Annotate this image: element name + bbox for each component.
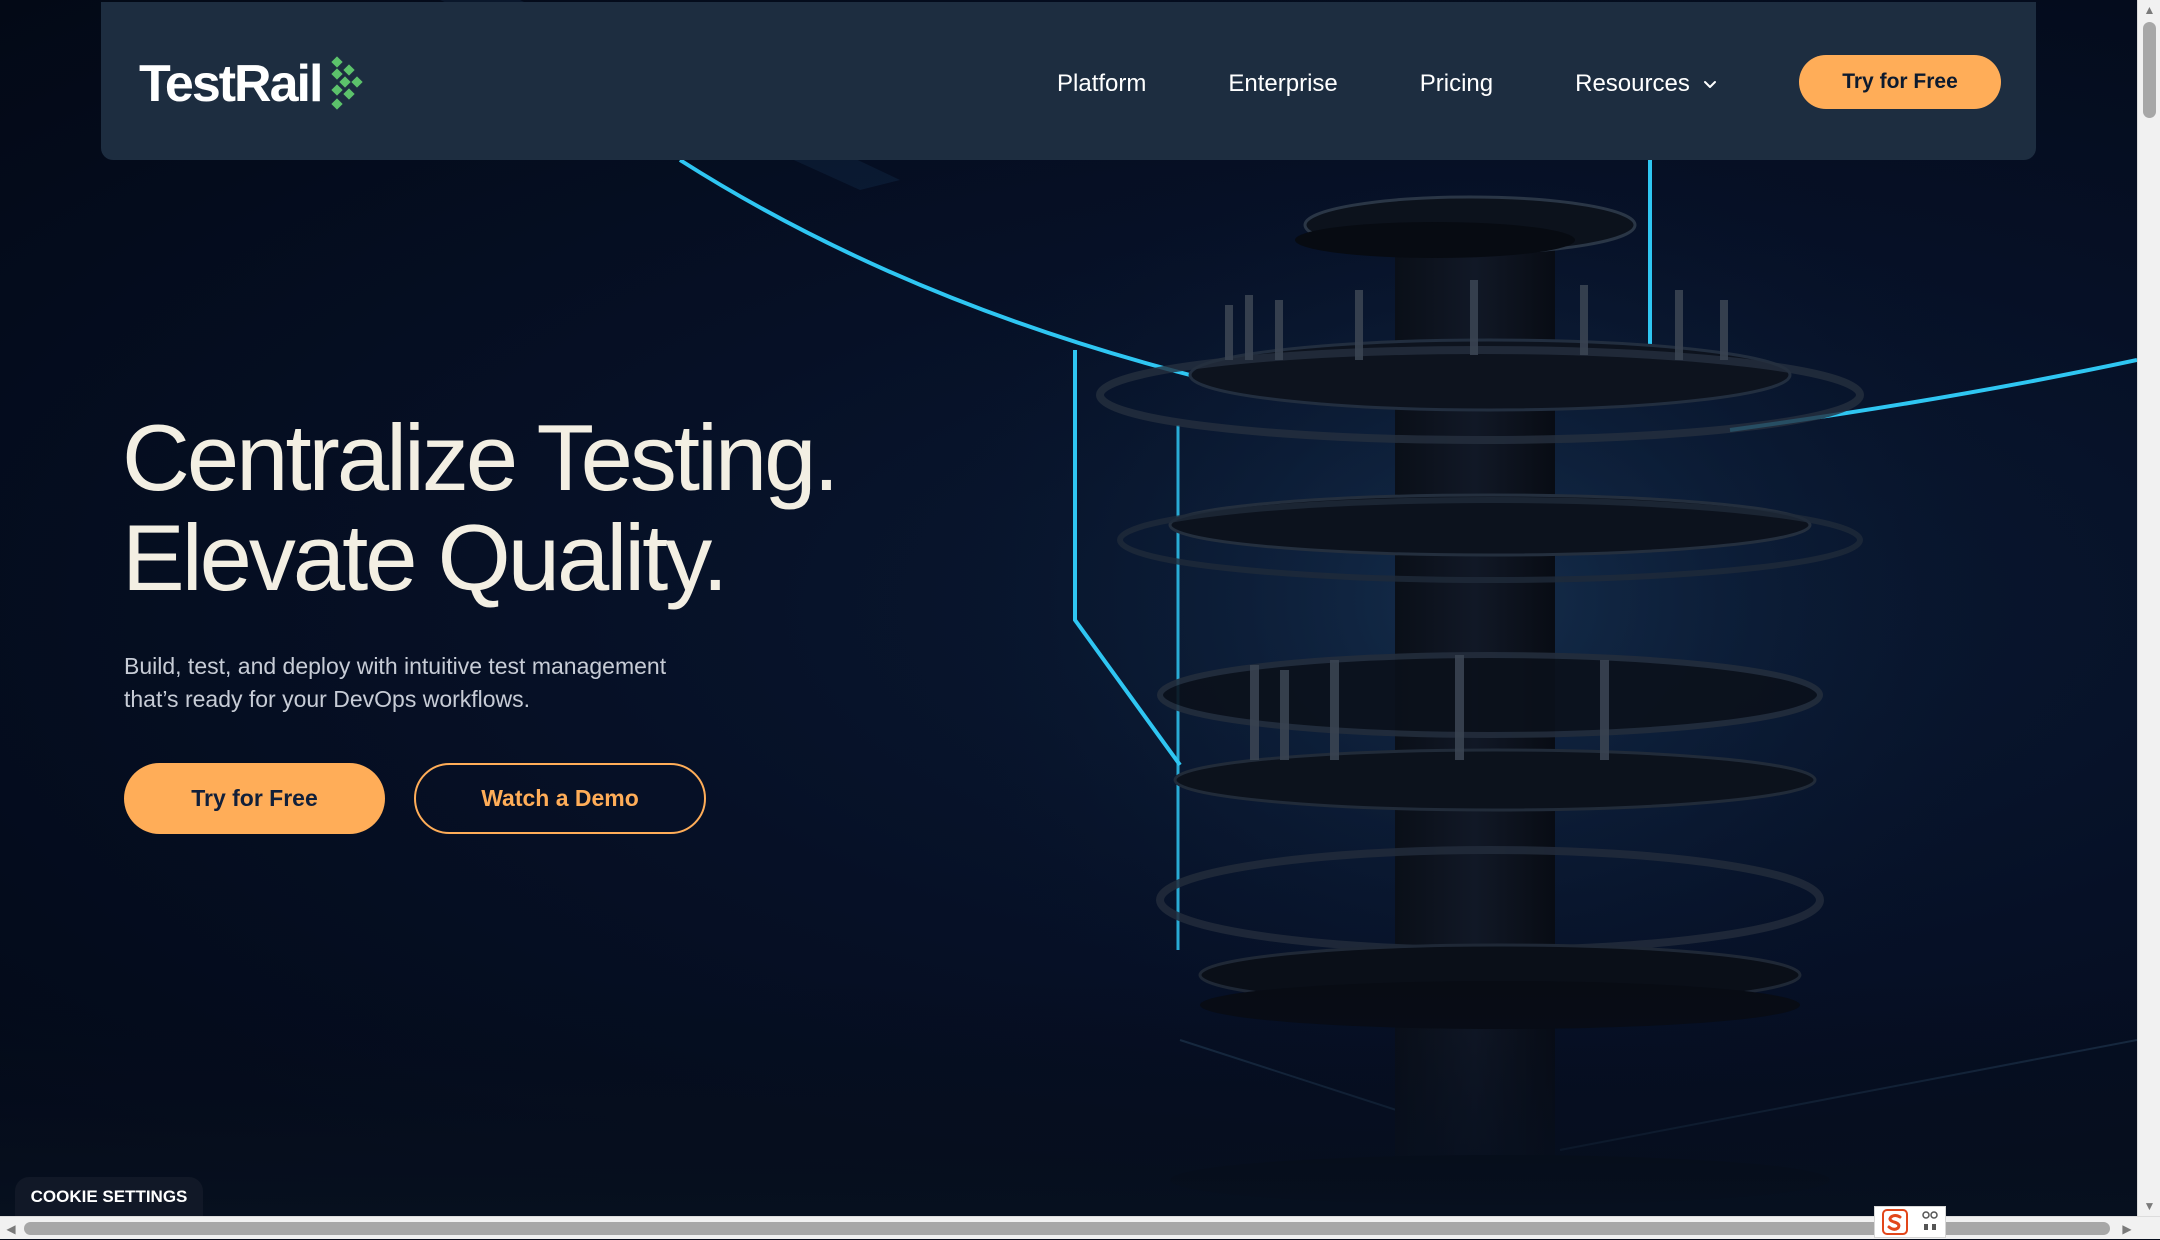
horizontal-scrollbar[interactable]: ◀ ▶ bbox=[0, 1216, 2160, 1239]
horizontal-scroll-thumb[interactable] bbox=[24, 1222, 2110, 1235]
nav-try-for-free-button[interactable]: Try for Free bbox=[1799, 55, 2001, 109]
primary-nav: Platform Enterprise Pricing Resources bbox=[1057, 64, 1718, 104]
nav-resources-label: Resources bbox=[1575, 70, 1690, 97]
scroll-right-arrow-icon[interactable]: ▶ bbox=[2116, 1217, 2138, 1240]
testrail-logo-icon bbox=[331, 56, 364, 110]
testrail-logo[interactable]: TestRail bbox=[139, 54, 364, 114]
hero-watch-demo-button[interactable]: Watch a Demo bbox=[414, 763, 706, 834]
s-logo-icon bbox=[1881, 1209, 1908, 1235]
hero-title-line-2: Elevate Quality. bbox=[122, 505, 728, 610]
logo-wordmark: TestRail bbox=[139, 55, 323, 113]
grid-dots-icon bbox=[1921, 1211, 1938, 1230]
hero-try-for-free-button[interactable]: Try for Free bbox=[124, 763, 385, 834]
scroll-down-arrow-icon[interactable]: ▼ bbox=[2138, 1196, 2160, 1216]
nav-pricing-label: Pricing bbox=[1419, 70, 1494, 97]
floating-extension-widget[interactable] bbox=[1874, 1206, 1946, 1238]
nav-enterprise-label: Enterprise bbox=[1228, 70, 1338, 97]
nav-platform[interactable]: Platform bbox=[1057, 64, 1146, 104]
hero-subtitle-line-2: that’s ready for your DevOps workflows. bbox=[124, 686, 531, 712]
hero-subtitle: Build, test, and deploy with intuitive t… bbox=[124, 650, 764, 716]
browser-viewport: TestRail Platform Enterprise Pricing Res… bbox=[0, 0, 2137, 1216]
vertical-scroll-thumb[interactable] bbox=[2143, 22, 2156, 118]
nav-pricing[interactable]: Pricing bbox=[1420, 64, 1493, 104]
vertical-scrollbar[interactable]: ▲ ▼ bbox=[2137, 0, 2160, 1216]
nav-enterprise[interactable]: Enterprise bbox=[1228, 64, 1337, 104]
top-navbar: TestRail Platform Enterprise Pricing Res… bbox=[101, 2, 2036, 160]
hero-subtitle-line-1: Build, test, and deploy with intuitive t… bbox=[124, 653, 667, 679]
chevron-down-icon bbox=[1703, 81, 1716, 88]
hero-title: Centralize Testing. Elevate Quality. bbox=[122, 408, 1022, 608]
hero-title-line-1: Centralize Testing. bbox=[122, 405, 840, 510]
scroll-up-arrow-icon[interactable]: ▲ bbox=[2138, 0, 2160, 20]
nav-platform-label: Platform bbox=[1057, 70, 1147, 97]
scroll-left-arrow-icon[interactable]: ◀ bbox=[0, 1217, 22, 1240]
nav-resources-dropdown[interactable]: Resources bbox=[1575, 64, 1718, 104]
cookie-settings-button[interactable]: COOKIE SETTINGS bbox=[15, 1177, 203, 1216]
